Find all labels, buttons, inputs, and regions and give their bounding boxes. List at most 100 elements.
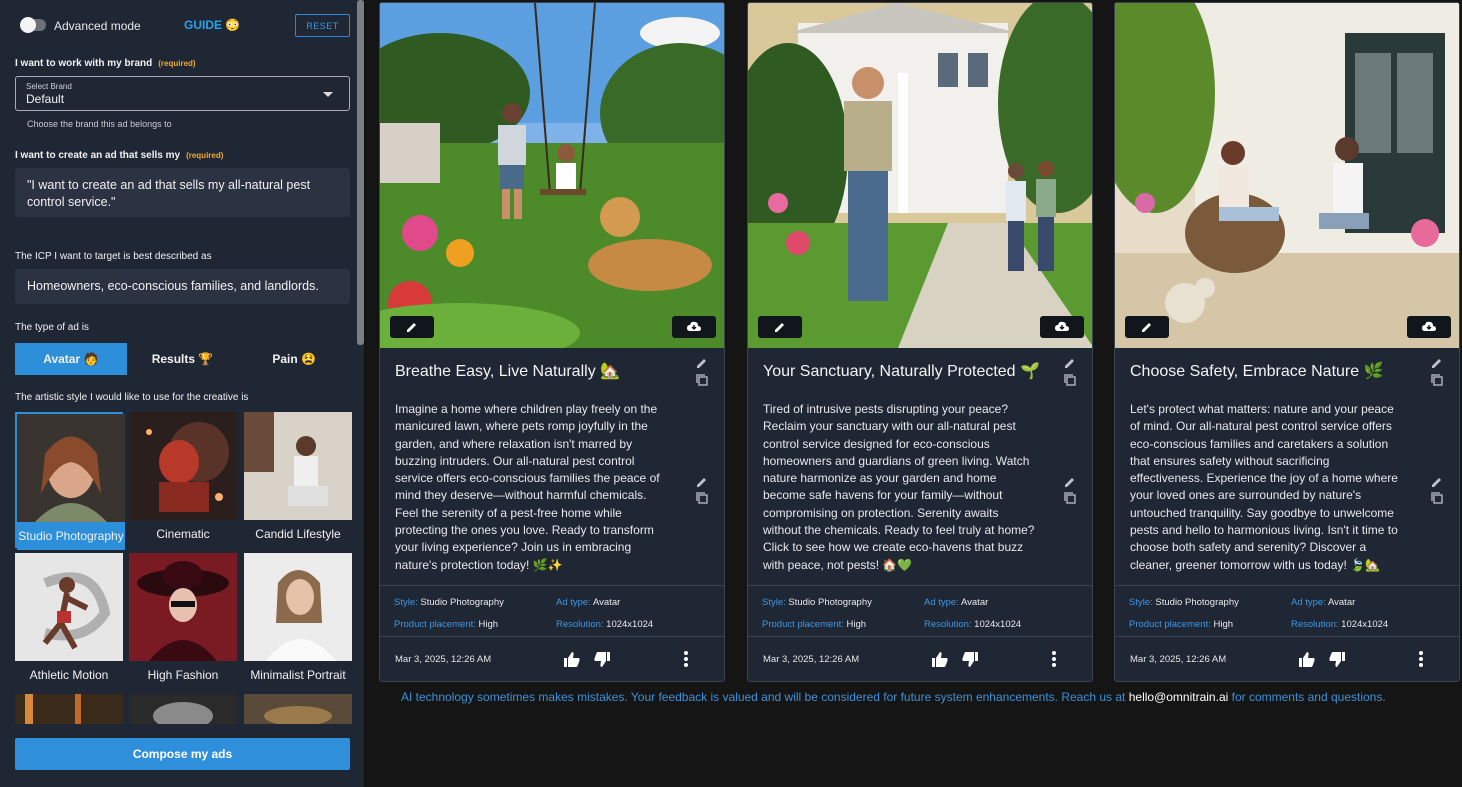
more-options-icon[interactable] — [1418, 651, 1424, 667]
ad-body: Let's protect what matters: nature and y… — [1130, 402, 1398, 572]
meta-key: Resolution: — [556, 619, 604, 630]
brand-label-text: I want to work with my brand — [15, 58, 153, 69]
ad-meta: Style: Studio Photography Ad type: Avata… — [748, 585, 1092, 637]
sidebar-scroll-area: Advanced mode GUIDE 😳 RESET I want to wo… — [0, 0, 365, 730]
copy-body-icon[interactable] — [1064, 492, 1076, 504]
reset-button[interactable]: RESET — [295, 14, 350, 37]
minimalist-portrait-image — [244, 553, 352, 661]
thumbs-down-icon[interactable] — [962, 652, 978, 667]
style-tile-studio-photography[interactable]: Studio Photography — [15, 412, 125, 550]
meta-placement: Product placement: High — [1129, 619, 1233, 630]
copy-headline-icon[interactable] — [1064, 374, 1076, 386]
studio-portrait-image — [17, 414, 125, 522]
city-night-image — [15, 694, 123, 724]
tab-results[interactable]: Results 🏆 — [127, 343, 239, 375]
tab-avatar[interactable]: Avatar 🧑 — [15, 343, 127, 375]
style-tile-cinematic[interactable]: Cinematic — [129, 412, 237, 548]
edit-image-button[interactable] — [390, 316, 434, 338]
download-button[interactable] — [672, 316, 716, 338]
feedback-notice: AI technology sometimes makes mistakes. … — [401, 690, 1386, 704]
copy-headline-icon[interactable] — [696, 374, 708, 386]
style-tile-partial[interactable] — [15, 694, 123, 724]
icp-label: The ICP I want to target is best describ… — [15, 251, 212, 262]
more-options-icon[interactable] — [683, 651, 689, 667]
ad-headline: Breathe Easy, Live Naturally 🏡 — [395, 363, 621, 380]
candid-lifestyle-image — [244, 412, 352, 520]
pencil-icon — [1142, 323, 1151, 332]
meta-value: 1024x1024 — [1341, 619, 1389, 630]
edit-body-icon[interactable] — [1064, 476, 1076, 488]
copy-body-icon[interactable] — [696, 492, 708, 504]
pencil-icon — [775, 323, 784, 332]
thumbs-down-icon[interactable] — [594, 652, 610, 667]
ad-card: Your Sanctuary, Naturally Protected 🌱 Ti… — [747, 2, 1093, 682]
contact-email-link[interactable]: hello@omnitrain.ai — [1129, 690, 1229, 704]
download-button[interactable] — [1407, 316, 1451, 338]
pencil-icon — [407, 323, 416, 332]
meta-value: High — [1213, 619, 1234, 630]
style-tile-candid-lifestyle[interactable]: Candid Lifestyle — [244, 412, 352, 548]
meta-style: Style: Studio Photography — [762, 597, 872, 608]
ad-body: Tired of intrusive pests disrupting your… — [763, 402, 1035, 572]
edit-body-icon[interactable] — [696, 476, 708, 488]
meta-placement: Product placement: High — [762, 619, 866, 630]
ad-image-family-garden — [380, 3, 724, 348]
meta-resolution: Resolution: 1024x1024 — [556, 619, 653, 630]
brand-select[interactable]: Select Brand Default — [15, 76, 350, 111]
cloud-download-icon — [1422, 321, 1436, 331]
style-caption: Cinematic — [156, 527, 210, 541]
tab-pain[interactable]: Pain 😫 — [238, 343, 350, 375]
ad-card: Breathe Easy, Live Naturally 🏡 Imagine a… — [379, 2, 725, 682]
edit-body-icon[interactable] — [1431, 476, 1443, 488]
compose-button[interactable]: Compose my ads — [15, 738, 350, 770]
style-caption: Candid Lifestyle — [255, 527, 341, 541]
sidebar-scrollbar[interactable] — [357, 0, 364, 345]
edit-image-button[interactable] — [758, 316, 802, 338]
style-caption: Studio Photography — [17, 522, 125, 550]
advanced-mode-label: Advanced mode — [54, 19, 141, 33]
advanced-mode-toggle[interactable] — [20, 17, 46, 33]
meta-key: Ad type: — [556, 597, 591, 608]
download-button[interactable] — [1040, 316, 1084, 338]
meta-key: Ad type: — [924, 597, 959, 608]
style-caption: Minimalist Portrait — [250, 668, 346, 682]
icp-input[interactable]: Homeowners, eco-conscious families, and … — [15, 269, 350, 304]
feedback-tail: for comments and questions. — [1228, 690, 1386, 704]
cloud-download-icon — [1055, 321, 1069, 331]
copy-headline-icon[interactable] — [1431, 374, 1443, 386]
ad-image-homeowner-yard — [748, 3, 1092, 348]
meta-value: High — [478, 619, 499, 630]
meta-value: 1024x1024 — [606, 619, 654, 630]
ad-image-porch-family — [1115, 3, 1459, 348]
style-tile-partial[interactable] — [244, 694, 352, 724]
style-tile-minimalist-portrait[interactable]: Minimalist Portrait — [244, 553, 352, 689]
thumbs-up-icon[interactable] — [564, 652, 580, 667]
meta-value: Studio Photography — [420, 597, 504, 608]
meta-placement: Product placement: High — [394, 619, 498, 630]
thumbs-up-icon[interactable] — [1299, 652, 1315, 667]
ad-headline: Choose Safety, Embrace Nature 🌿 — [1130, 363, 1384, 380]
chevron-down-icon — [323, 92, 333, 97]
edit-headline-icon[interactable] — [696, 357, 708, 369]
thumbs-up-icon[interactable] — [932, 652, 948, 667]
monochrome-image — [129, 694, 237, 724]
athletic-motion-image — [15, 553, 123, 661]
meta-key: Product placement: — [394, 619, 476, 630]
thumbs-down-icon[interactable] — [1329, 652, 1345, 667]
style-tile-partial[interactable] — [129, 694, 237, 724]
style-tile-athletic-motion[interactable]: Athletic Motion — [15, 553, 123, 689]
sells-input[interactable]: "I want to create an ad that sells my al… — [15, 168, 350, 217]
edit-image-button[interactable] — [1125, 316, 1169, 338]
more-options-icon[interactable] — [1051, 651, 1057, 667]
edit-headline-icon[interactable] — [1064, 357, 1076, 369]
copy-body-icon[interactable] — [1431, 492, 1443, 504]
meta-adtype: Ad type: Avatar — [556, 597, 620, 608]
ad-date: Mar 3, 2025, 12:26 AM — [763, 654, 860, 665]
ad-date: Mar 3, 2025, 12:26 AM — [395, 654, 492, 665]
edit-headline-icon[interactable] — [1431, 357, 1443, 369]
cinematic-image — [129, 412, 237, 520]
style-tile-high-fashion[interactable]: High Fashion — [129, 553, 237, 689]
meta-value: Avatar — [1327, 597, 1356, 608]
guide-link[interactable]: GUIDE 😳 — [184, 18, 240, 32]
ad-headline: Your Sanctuary, Naturally Protected 🌱 — [763, 363, 1040, 380]
